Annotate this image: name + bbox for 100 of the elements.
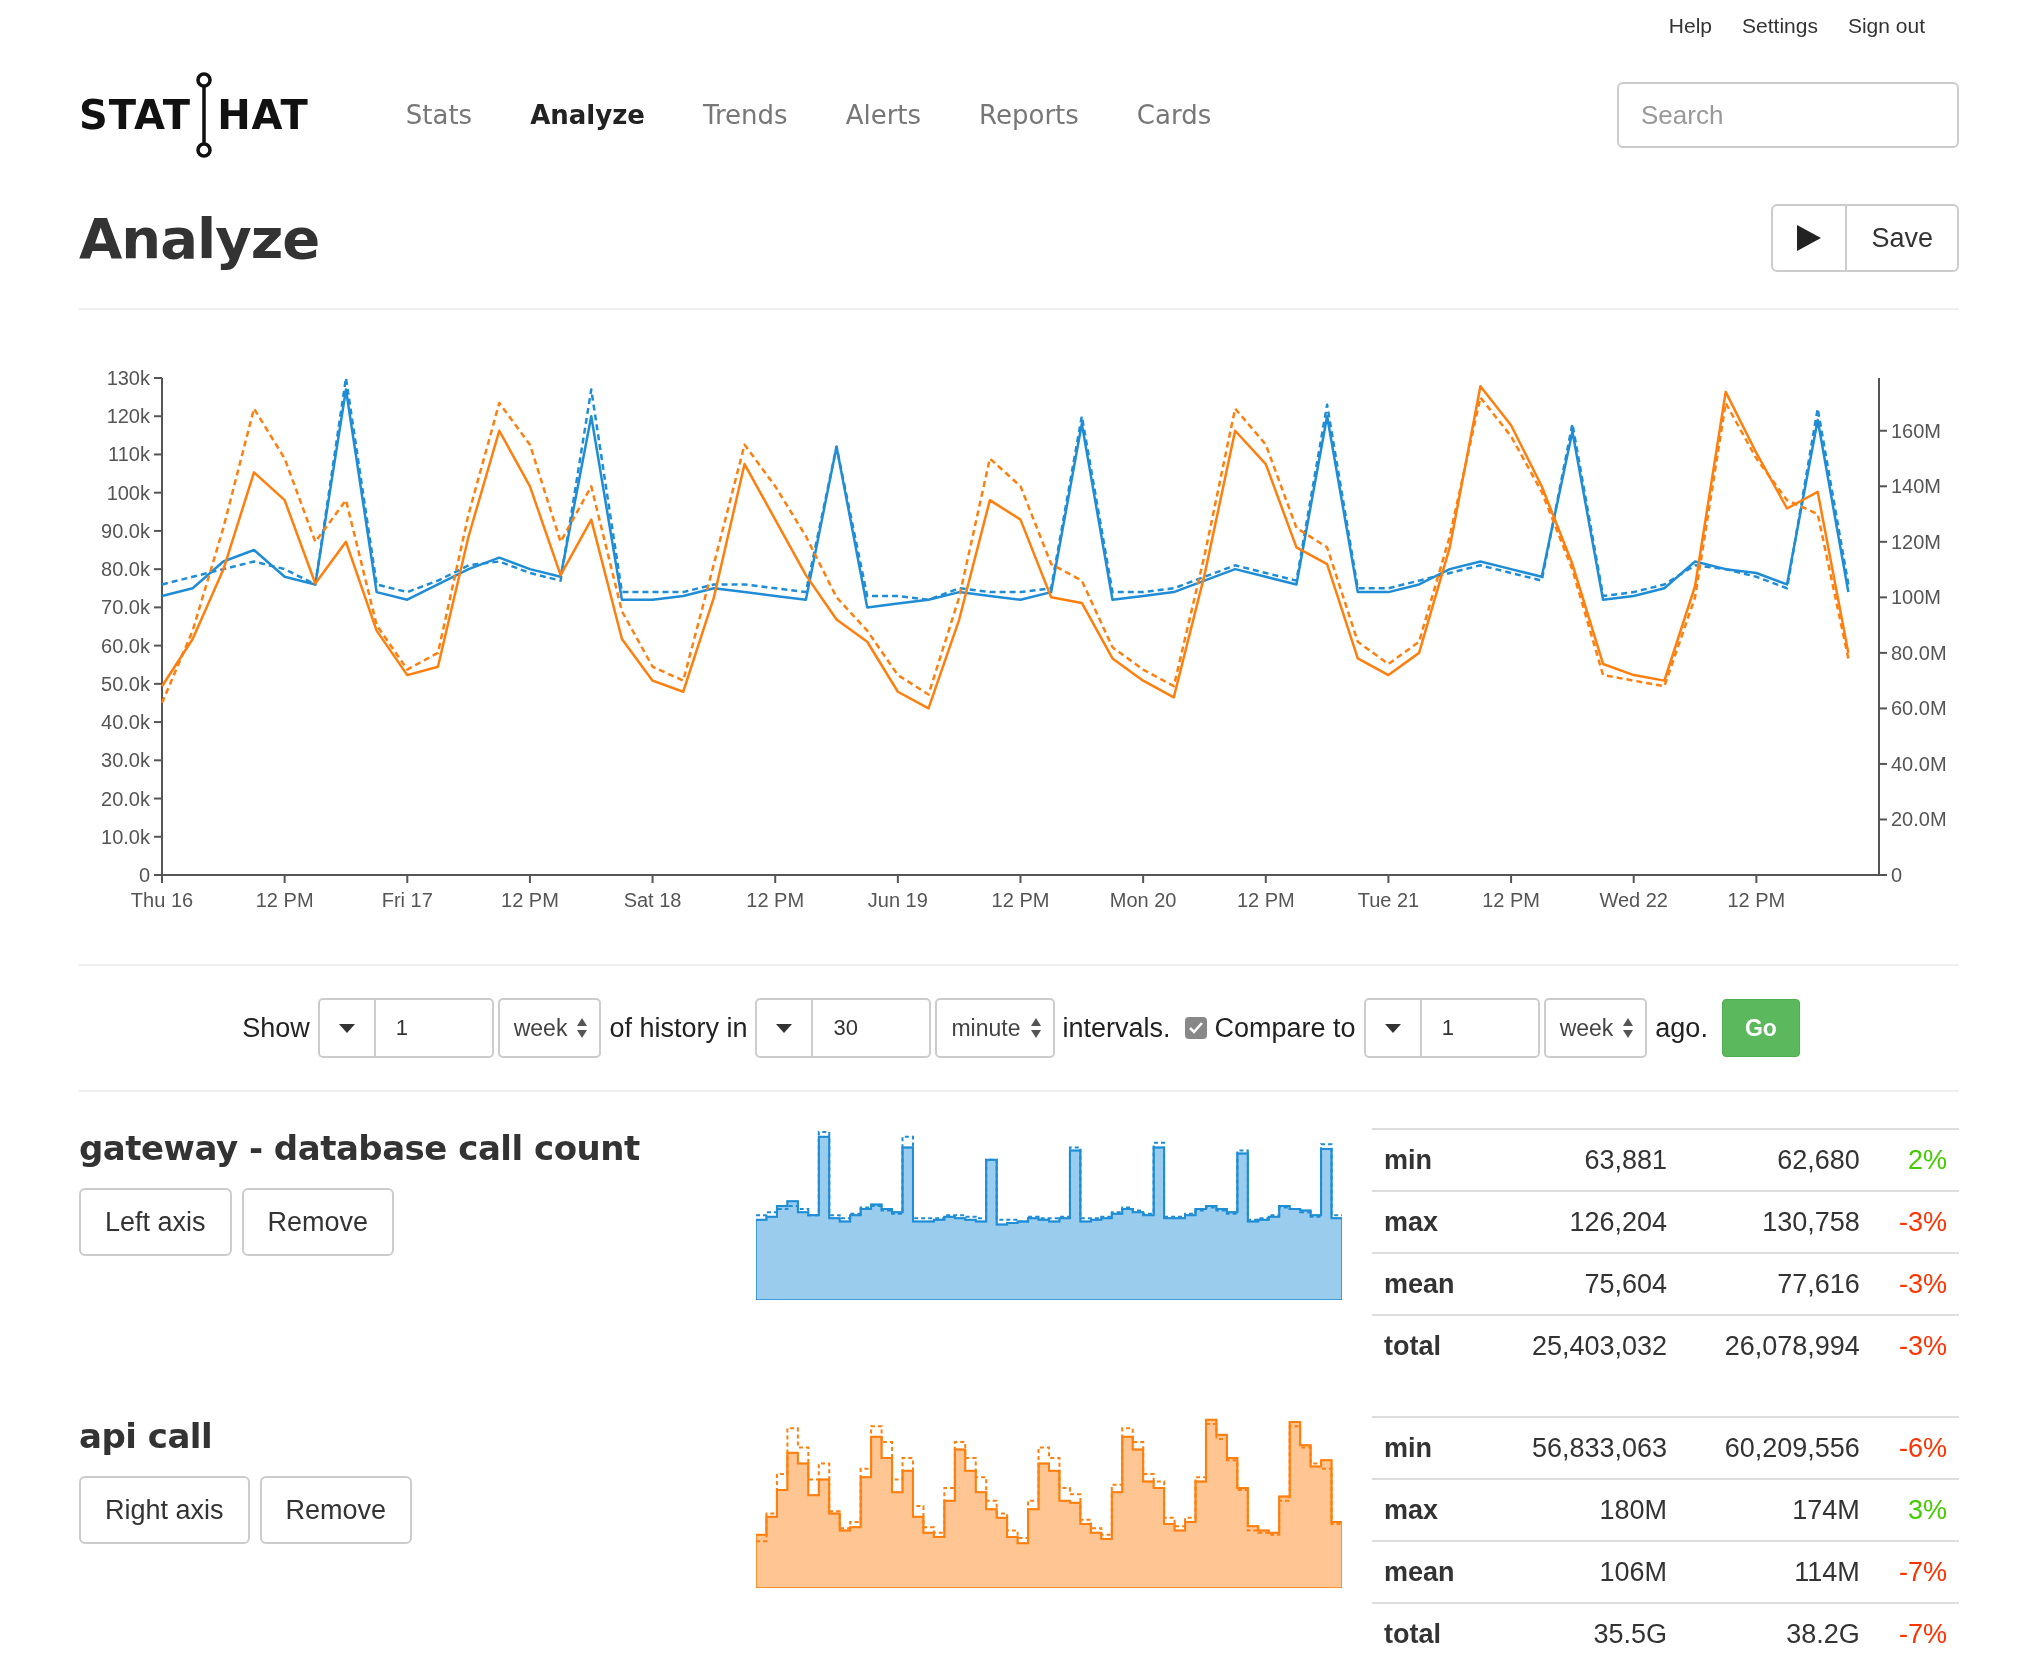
up-down-arrows-icon [1030, 1018, 1041, 1038]
nav-tab[interactable]: Analyze [501, 100, 674, 130]
axis-label: 90.0k [101, 519, 150, 542]
save-button[interactable]: Save [1847, 204, 1959, 272]
axis-label: 130k [106, 367, 150, 389]
axis-label: 12 PM [991, 889, 1050, 911]
axis-label: Jun 19 [867, 889, 928, 911]
logo-text: STAT [79, 92, 192, 138]
control-label: of history in [609, 1012, 748, 1044]
table-cell: 77,616 [1679, 1253, 1872, 1315]
header-link[interactable]: Sign out [1847, 14, 1925, 64]
axis-label: 80.0M [1891, 641, 1947, 664]
unit-select[interactable]: minute [935, 998, 1055, 1058]
axis-label: 100k [106, 481, 150, 504]
stat-label: max [1372, 1479, 1487, 1541]
number-field[interactable]: 1 [1419, 998, 1540, 1058]
table-cell: 25,403,032 [1486, 1315, 1680, 1377]
axis-label: 110k [108, 443, 150, 466]
axis-label: 0 [1891, 864, 1903, 886]
dropdown-button[interactable] [755, 998, 814, 1058]
nav-tab[interactable]: Alerts [816, 100, 951, 130]
axis-button[interactable]: Left axis [79, 1188, 232, 1256]
stat-label: min [1372, 1417, 1487, 1479]
axis-label: Fri 17 [381, 889, 433, 911]
table-cell: 114M [1679, 1541, 1872, 1603]
table-cell: 60,209,556 [1679, 1417, 1872, 1479]
change-percent: 3% [1871, 1479, 1959, 1541]
control-label: intervals. [1062, 1012, 1171, 1044]
table-cell: 35.5G [1486, 1603, 1680, 1665]
control-label: ago. [1655, 1012, 1708, 1044]
axis-label: 40.0M [1891, 752, 1947, 775]
control-label: Compare to [1214, 1012, 1356, 1044]
axis-label: 10.0k [101, 825, 150, 848]
table-cell: 126,204 [1486, 1191, 1680, 1253]
up-down-arrows-icon [1623, 1018, 1634, 1038]
header-link[interactable]: Help [1668, 14, 1713, 64]
axis-label: 160M [1891, 419, 1942, 442]
nav-tab[interactable]: Reports [950, 100, 1108, 130]
axis-label: 60.0M [1891, 697, 1947, 720]
axis-button[interactable]: Right axis [79, 1476, 250, 1544]
number-field[interactable]: 1 [373, 998, 494, 1058]
axis-label: Tue 21 [1357, 889, 1420, 911]
up-down-arrows-icon [577, 1018, 588, 1038]
axis-label: 40.0k [101, 711, 150, 734]
axis-label: 12 PM [1482, 889, 1540, 911]
nav-tab[interactable]: Trends [673, 100, 817, 130]
axis-label: 20.0M [1891, 808, 1947, 831]
dropdown-button[interactable] [1363, 998, 1422, 1058]
axis-label: 70.0k [101, 596, 150, 619]
axis-label: 100M [1891, 586, 1942, 609]
nav-tab[interactable]: Cards [1107, 100, 1241, 130]
change-percent: -3% [1871, 1191, 1959, 1253]
axis-label: 80.0k [101, 558, 150, 581]
axis-label: 12 PM [1236, 889, 1295, 911]
table-cell: 106M [1486, 1541, 1680, 1603]
search-field[interactable]: Search [1617, 82, 1959, 148]
table-cell: 38.2G [1679, 1603, 1872, 1665]
check-icon [1188, 1022, 1203, 1034]
unit-select[interactable]: week [1543, 998, 1648, 1058]
axis-label: 30.0k [101, 749, 150, 772]
stat-label: min [1372, 1129, 1487, 1191]
table-cell: 56,833,063 [1486, 1417, 1680, 1479]
metric-name: gateway - database call count [79, 1128, 641, 1168]
axis-label: 0 [138, 864, 150, 886]
change-percent: -3% [1871, 1253, 1959, 1315]
stat-label: total [1372, 1603, 1487, 1665]
stat-label: mean [1372, 1253, 1487, 1315]
header-link[interactable]: Settings [1742, 14, 1818, 64]
control-label: Show [242, 1012, 310, 1044]
axis-label: 12 PM [1727, 889, 1786, 911]
change-percent: -7% [1871, 1541, 1959, 1603]
caret-icon [338, 1023, 355, 1033]
remove-button[interactable]: Remove [259, 1476, 413, 1544]
logo-text: HAT [217, 92, 309, 138]
table-cell: 63,881 [1486, 1129, 1680, 1191]
axis-label: 120k [106, 405, 150, 428]
play-button[interactable] [1771, 204, 1848, 272]
axis-label: 120M [1891, 530, 1942, 553]
axis-label: 12 PM [746, 889, 805, 911]
change-percent: -6% [1871, 1417, 1959, 1479]
axis-label: 60.0k [101, 634, 150, 657]
stat-label: total [1372, 1315, 1487, 1377]
table-cell: 26,078,994 [1679, 1315, 1872, 1377]
axis-label: 12 PM [501, 889, 559, 911]
caret-icon [776, 1023, 793, 1033]
nav-tab[interactable]: Stats [376, 100, 502, 130]
dropdown-button[interactable] [317, 998, 376, 1058]
play-icon [1797, 225, 1822, 251]
table-cell: 174M [1679, 1479, 1872, 1541]
stat-label: max [1372, 1191, 1487, 1253]
stat-label: mean [1372, 1541, 1487, 1603]
compare-checkbox[interactable] [1184, 1017, 1207, 1039]
change-percent: -3% [1871, 1315, 1959, 1377]
table-cell: 130,758 [1679, 1191, 1872, 1253]
unit-select[interactable]: week [497, 998, 602, 1058]
page-title: Analyze [79, 205, 320, 271]
axis-label: 20.0k [101, 787, 150, 810]
remove-button[interactable]: Remove [241, 1188, 395, 1256]
number-field[interactable]: 30 [811, 998, 932, 1058]
axis-label: Thu 16 [130, 889, 194, 911]
